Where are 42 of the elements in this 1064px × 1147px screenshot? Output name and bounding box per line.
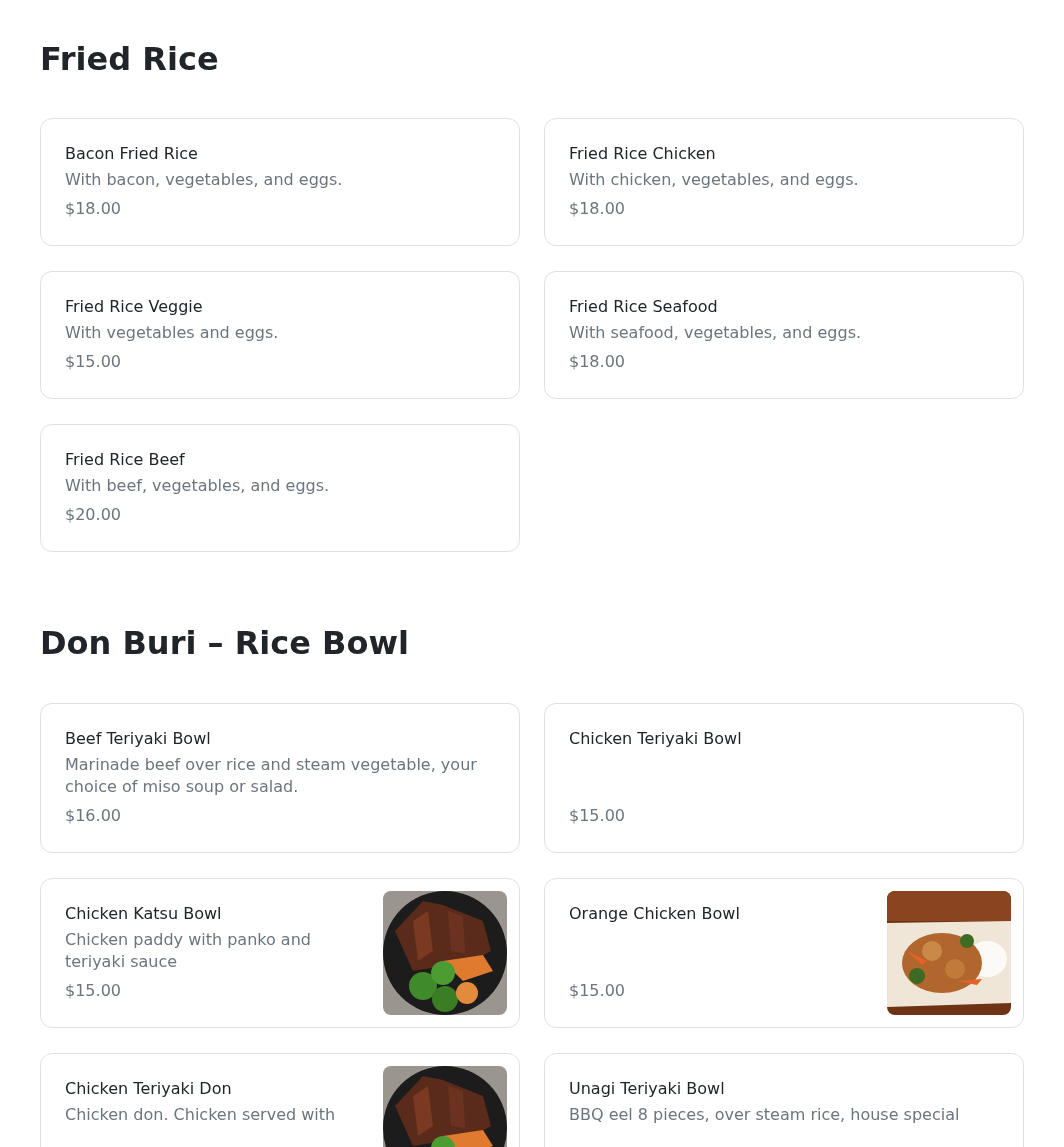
item-description: With bacon, vegetables, and eggs. xyxy=(65,169,344,192)
menu-item-card[interactable]: Chicken Teriyaki Bowl $15.00 xyxy=(544,702,1024,853)
item-name: Unagi Teriyaki Bowl xyxy=(569,1077,726,1100)
item-price: $18.00 xyxy=(569,198,626,221)
item-name: Chicken Katsu Bowl xyxy=(65,902,223,925)
item-description: With beef, vegetables, and eggs. xyxy=(65,475,331,498)
item-price: $16.00 xyxy=(65,804,122,827)
item-name: Orange Chicken Bowl xyxy=(569,902,741,925)
item-price: $18.00 xyxy=(569,351,626,374)
item-name: Fried Rice Veggie xyxy=(65,296,204,319)
item-name: Chicken Teriyaki Don xyxy=(65,1077,233,1100)
item-name: Chicken Teriyaki Bowl xyxy=(569,727,743,750)
menu-item-card[interactable]: Beef Teriyaki Bowl Marinade beef over rice and steam vegetable, your choice of miso soup or salad. $16.00 xyxy=(40,702,520,853)
menu-item-card[interactable]: Bacon Fried Rice With bacon, vegetables, and eggs. $18.00 xyxy=(40,118,520,247)
menu-item-card[interactable]: Chicken Teriyaki Don Chicken don. Chicken served with xyxy=(40,1052,520,1147)
menu-item-card[interactable]: Chicken Katsu Bowl Chicken paddy with panko and teriyaki sauce $15.00 xyxy=(40,877,520,1028)
item-price: $15.00 xyxy=(65,979,122,1002)
item-description: BBQ eel 8 pieces, over steam rice, house special xyxy=(569,1103,961,1126)
item-description: Marinade beef over rice and steam vegetable, your choice of miso soup or salad. xyxy=(65,753,478,798)
menu-item-card[interactable]: Fried Rice Veggie With vegetables and eggs. $15.00 xyxy=(40,271,520,400)
section-heading: Don Buri – Rice Bowl xyxy=(40,624,410,663)
item-description: With seafood, vegetables, and eggs. xyxy=(569,322,863,345)
item-name: Fried Rice Seafood xyxy=(569,296,719,319)
item-price: $15.00 xyxy=(569,979,626,1002)
item-price: $15.00 xyxy=(569,804,626,827)
item-description: With chicken, vegetables, and eggs. xyxy=(569,169,860,192)
item-description: Chicken paddy with panko and teriyaki sauce xyxy=(65,928,312,973)
item-price: $20.00 xyxy=(65,504,122,527)
menu-item-card[interactable]: Unagi Teriyaki Bowl BBQ eel 8 pieces, over steam rice, house special xyxy=(544,1052,1024,1147)
menu-item-card[interactable]: Orange Chicken Bowl $15.00 xyxy=(544,877,1024,1028)
item-name: Beef Teriyaki Bowl xyxy=(65,727,212,750)
item-price: $15.00 xyxy=(65,351,122,374)
section-heading: Fried Rice xyxy=(40,40,220,79)
item-name: Fried Rice Beef xyxy=(65,449,186,472)
menu-item-card[interactable]: Fried Rice Seafood With seafood, vegetables, and eggs. $18.00 xyxy=(544,271,1024,400)
item-name: Fried Rice Chicken xyxy=(569,143,717,166)
item-description: Chicken don. Chicken served with xyxy=(65,1103,337,1126)
item-description: With vegetables and eggs. xyxy=(65,322,280,345)
menu-item-card[interactable]: Fried Rice Beef With beef, vegetables, and eggs. $20.00 xyxy=(40,424,520,553)
menu-item-card[interactable]: Fried Rice Chicken With chicken, vegetables, and eggs. $18.00 xyxy=(544,118,1024,247)
item-price: $18.00 xyxy=(65,198,122,221)
item-name: Bacon Fried Rice xyxy=(65,143,199,166)
